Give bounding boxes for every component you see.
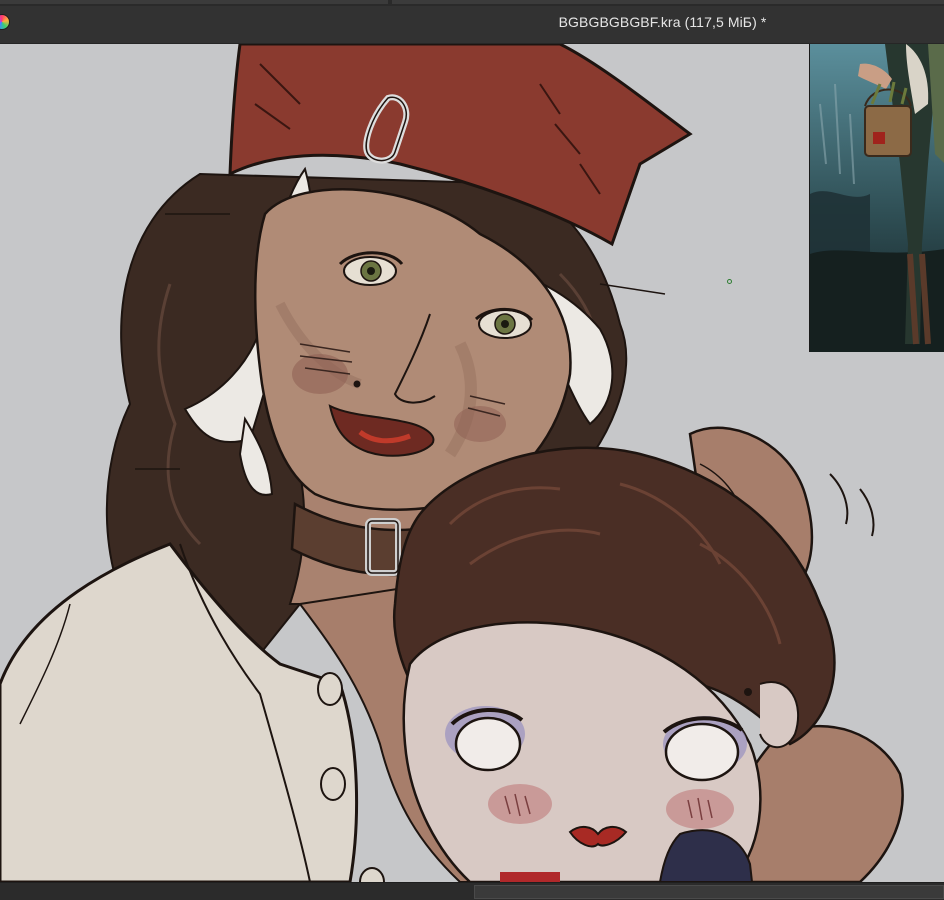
tall-eye-right bbox=[474, 307, 534, 339]
window-title: BGBGBGBGBF.kra (117,5 МіБ) * bbox=[558, 14, 767, 30]
small-eye-left bbox=[454, 716, 522, 772]
reference-image bbox=[810, 44, 944, 352]
reference-image-panel[interactable] bbox=[809, 44, 944, 352]
status-bar bbox=[0, 882, 944, 900]
title-bar[interactable]: BGBGBGBGBF.kra (117,5 МіБ) * bbox=[0, 0, 944, 44]
brush-cursor-icon bbox=[727, 279, 732, 284]
menu-strip-edge bbox=[0, 0, 944, 6]
small-eye-right bbox=[664, 722, 740, 782]
horizontal-scrollbar[interactable] bbox=[474, 885, 944, 899]
artwork bbox=[0, 44, 944, 882]
drawing-canvas[interactable] bbox=[0, 44, 944, 882]
krita-window: BGBGBGBGBF.kra (117,5 МіБ) * bbox=[0, 0, 944, 900]
